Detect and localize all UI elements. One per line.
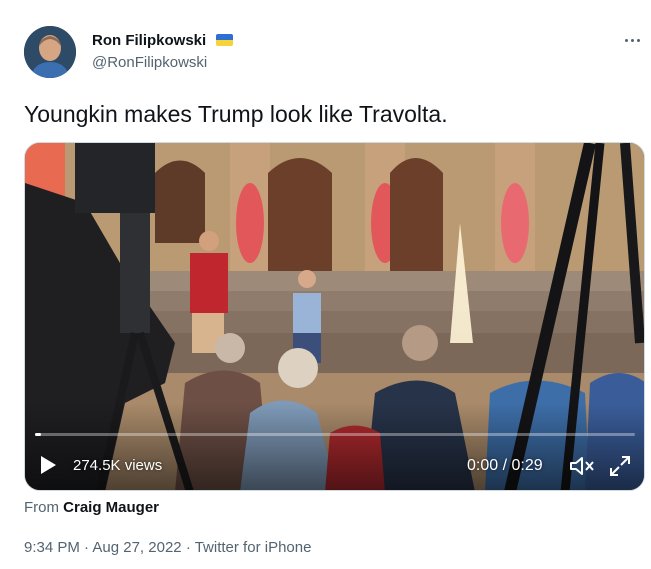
more-options-icon[interactable] — [620, 30, 644, 50]
avatar-image — [24, 26, 76, 78]
tweet-time[interactable]: 9:34 PM — [24, 539, 80, 556]
author-handle[interactable]: @RonFilipkowski — [92, 54, 207, 72]
source-prefix: From — [24, 499, 59, 516]
tweet-metadata: 9:34 PM · Aug 27, 2022 · Twitter for iPh… — [24, 539, 311, 557]
meta-separator: · — [185, 539, 191, 556]
source-author-link[interactable]: Craig Mauger — [63, 499, 159, 516]
video-source: From Craig Mauger — [24, 499, 159, 517]
video-frame — [25, 143, 644, 490]
tweet-text: Youngkin makes Trump look like Travolta. — [24, 101, 448, 127]
meta-separator: · — [84, 539, 90, 556]
video-player[interactable]: 274.5K views 0:00 / 0:29 — [24, 142, 645, 491]
video-progress-bar[interactable] — [35, 433, 635, 436]
volume-icon[interactable] — [569, 455, 595, 477]
avatar[interactable] — [24, 26, 76, 78]
video-progress-fill — [35, 433, 41, 436]
video-time: 0:00 / 0:29 — [467, 457, 543, 474]
tweet: Ron Filipkowski @RonFilipkowski Youngkin… — [0, 0, 651, 569]
video-view-count: 274.5K views — [73, 457, 163, 474]
ukraine-flag-icon — [216, 34, 233, 46]
tweet-client[interactable]: Twitter for iPhone — [195, 539, 312, 556]
tweet-date[interactable]: Aug 27, 2022 — [92, 539, 181, 556]
play-icon[interactable] — [41, 456, 56, 474]
author-display-name[interactable]: Ron Filipkowski — [92, 32, 206, 50]
fullscreen-icon[interactable] — [609, 455, 631, 477]
